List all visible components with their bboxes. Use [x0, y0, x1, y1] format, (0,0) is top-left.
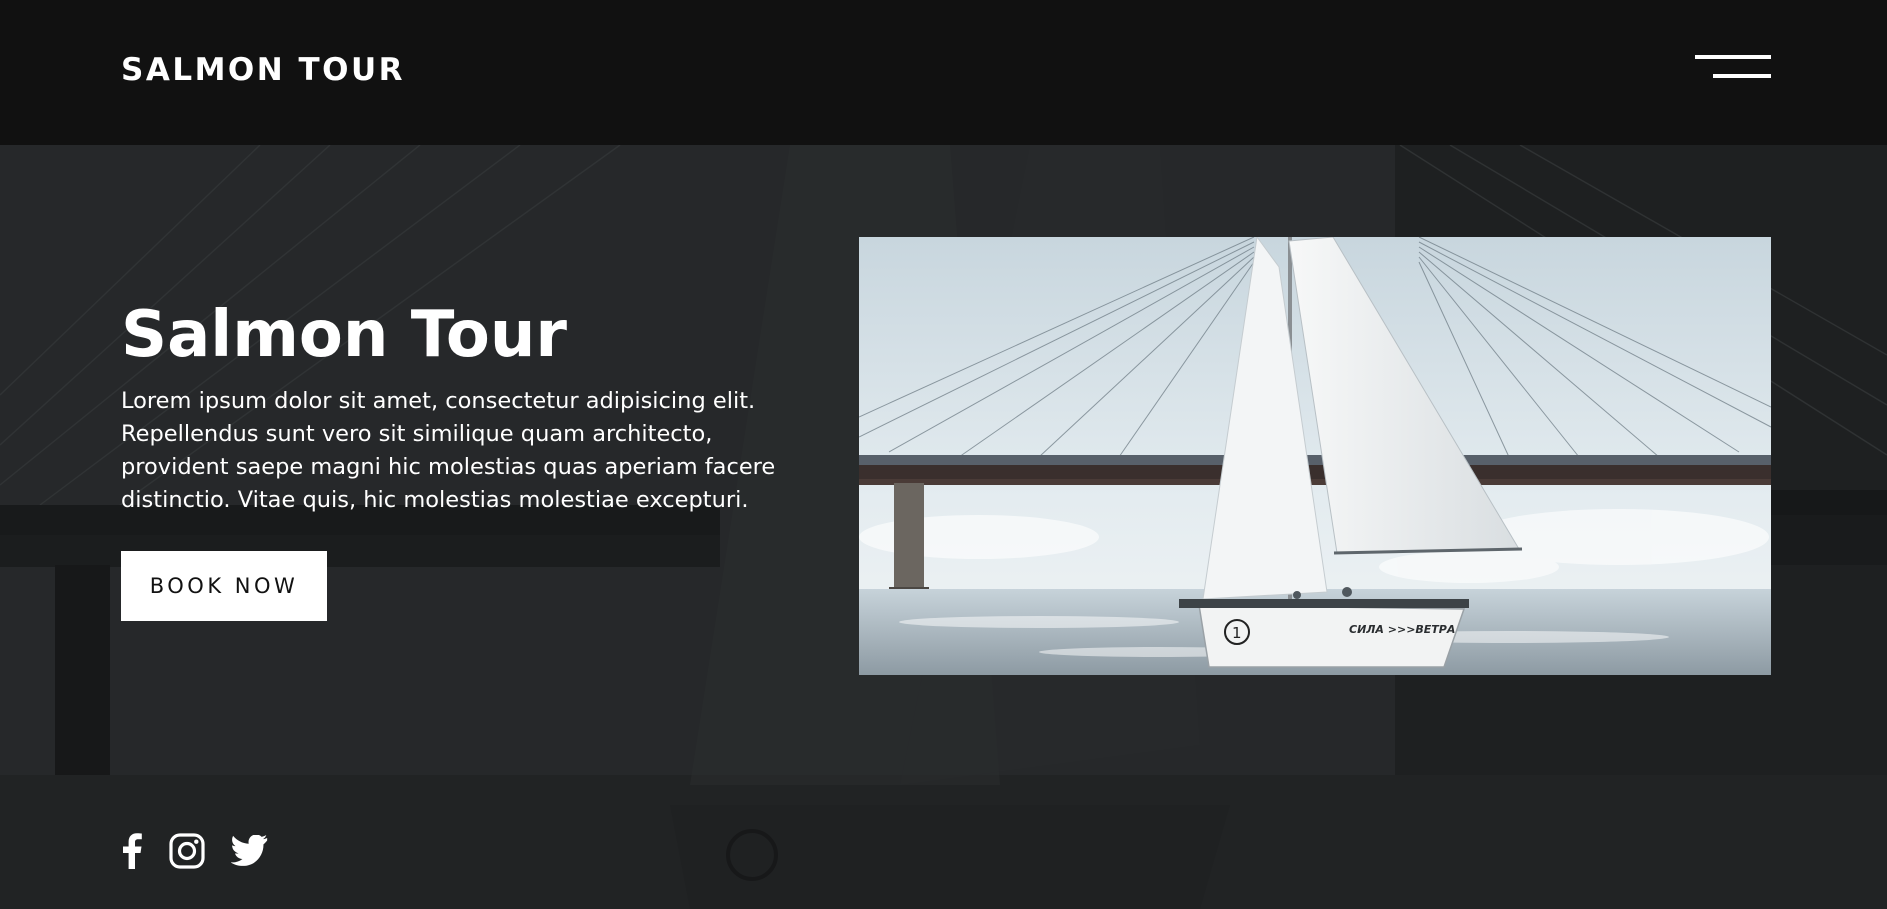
twitter-icon[interactable] [230, 834, 269, 871]
menu-bar-top [1695, 55, 1771, 59]
svg-text:1: 1 [1232, 624, 1242, 642]
facebook-icon[interactable] [121, 833, 143, 873]
social-links [121, 833, 295, 873]
menu-bar-bottom [1713, 74, 1771, 78]
sailboat-photo: 1 СИЛА >>>ВЕТРА [859, 237, 1771, 675]
hamburger-menu-icon[interactable] [1693, 52, 1773, 84]
hero-description: Lorem ipsum dolor sit amet, consectetur … [121, 388, 776, 513]
book-now-button[interactable]: BOOK NOW [121, 551, 327, 621]
svg-text:СИЛА >>>ВЕТРА: СИЛА >>>ВЕТРА [1349, 623, 1455, 636]
hero-title: Salmon Tour [121, 298, 567, 372]
site-header: SALMON TOUR [0, 0, 1887, 145]
hero-image: 1 СИЛА >>>ВЕТРА [859, 237, 1771, 675]
hero-section: Salmon Tour Lorem ipsum dolor sit amet, … [0, 145, 1887, 909]
brand-logo[interactable]: SALMON TOUR [121, 52, 405, 88]
instagram-icon[interactable] [169, 833, 205, 873]
